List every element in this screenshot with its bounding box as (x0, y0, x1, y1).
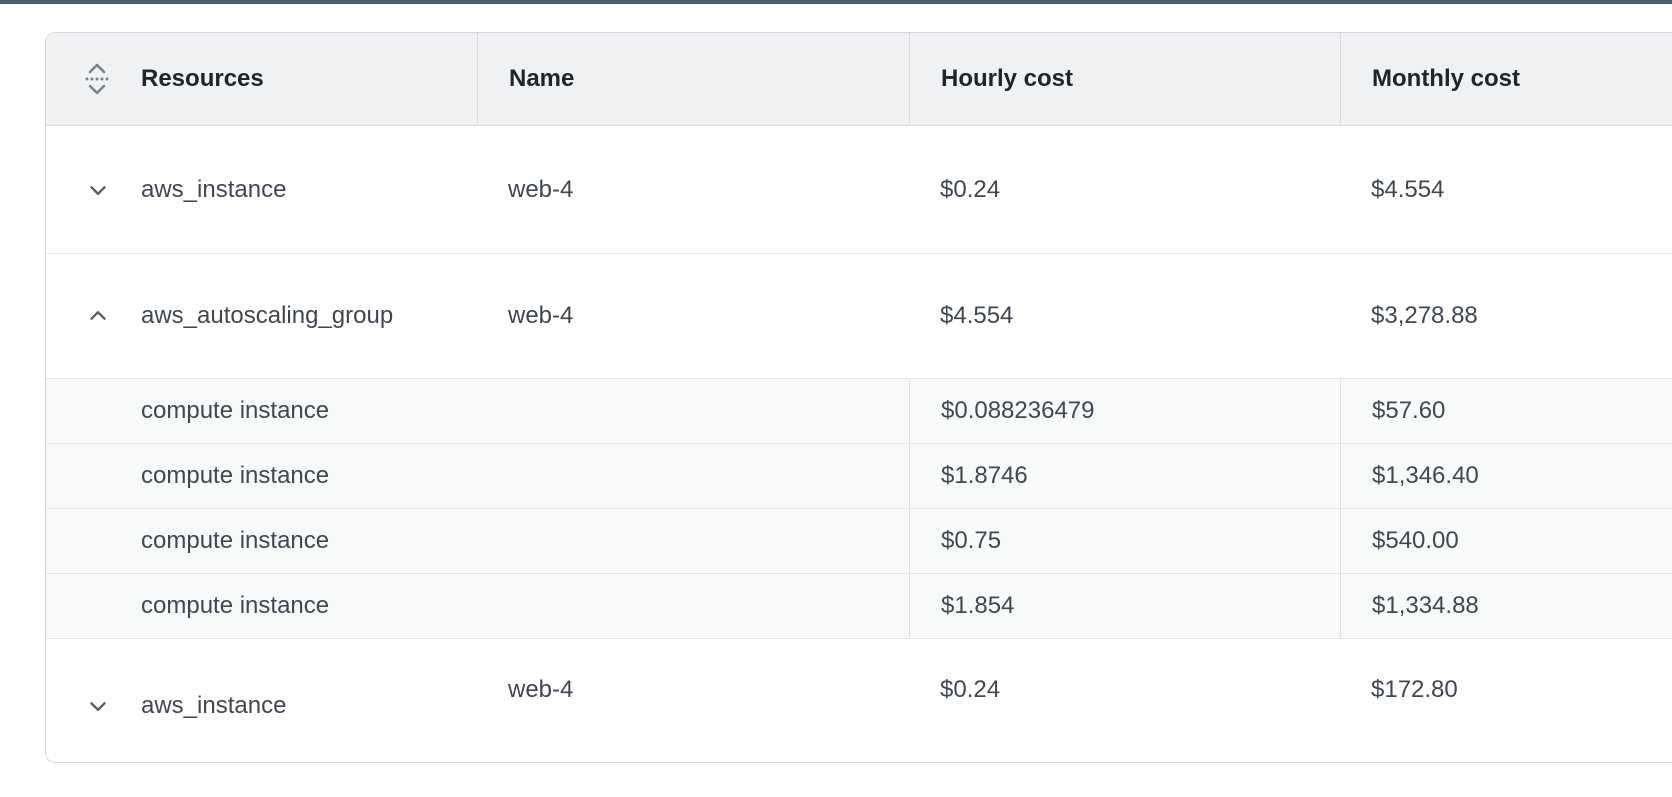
sub-resource-label: compute instance (46, 509, 909, 573)
expand-row-button[interactable] (83, 175, 113, 205)
reorder-handle-icon[interactable] (83, 59, 111, 99)
name-cell: web-4 (477, 126, 909, 253)
table-row-aws-instance[interactable]: aws_instance web-4 $0.24 $4.554 (46, 126, 1672, 253)
sub-resource-label: compute instance (46, 444, 909, 508)
header-label-hourly-cost: Hourly cost (941, 65, 1073, 93)
monthly-cost-cell: $4.554 (1340, 126, 1672, 253)
sub-resource-label: compute instance (46, 379, 909, 443)
monthly-cost-cell: $57.60 (1340, 379, 1672, 443)
resource-type-label: aws_autoscaling_group (141, 302, 393, 330)
resource-type-label: aws_instance (141, 176, 286, 204)
column-header-name[interactable]: Name (477, 33, 909, 125)
hourly-cost-cell: $0.75 (909, 509, 1340, 573)
top-accent-bar (0, 0, 1672, 4)
resource-type-label: aws_instance (141, 692, 286, 720)
resource-cell: aws_autoscaling_group (46, 254, 477, 378)
monthly-cost-cell: $540.00 (1340, 509, 1672, 573)
name-cell: web-4 (477, 254, 909, 378)
expand-row-button[interactable] (83, 691, 113, 721)
hourly-cost-cell: $4.554 (909, 254, 1340, 378)
resource-cell: aws_instance (46, 639, 477, 763)
column-header-resources[interactable]: Resources (46, 33, 477, 125)
hourly-cost-cell: $0.24 (909, 639, 1340, 763)
column-header-monthly-cost[interactable]: Monthly cost (1340, 33, 1672, 125)
table-header-row: Resources Name Hourly cost Monthly cost (46, 33, 1672, 126)
chevron-up-icon (85, 303, 111, 329)
hourly-cost-cell: $0.24 (909, 126, 1340, 253)
sub-row-compute-instance: compute instance $1.8746 $1,346.40 (46, 443, 1672, 508)
name-cell: web-4 (477, 639, 909, 763)
hourly-cost-cell: $1.854 (909, 574, 1340, 638)
header-label-resources: Resources (141, 65, 264, 93)
cost-table: Resources Name Hourly cost Monthly cost … (45, 32, 1672, 763)
table-row-aws-autoscaling-group[interactable]: aws_autoscaling_group web-4 $4.554 $3,27… (46, 253, 1672, 378)
column-header-hourly-cost[interactable]: Hourly cost (909, 33, 1340, 125)
hourly-cost-cell: $1.8746 (909, 444, 1340, 508)
chevron-down-icon (85, 693, 111, 719)
sub-resource-label: compute instance (46, 574, 909, 638)
resource-cell: aws_instance (46, 126, 477, 253)
monthly-cost-cell: $1,346.40 (1340, 444, 1672, 508)
chevron-down-icon (85, 177, 111, 203)
monthly-cost-cell: $1,334.88 (1340, 574, 1672, 638)
monthly-cost-cell: $172.80 (1340, 639, 1672, 763)
collapse-row-button[interactable] (83, 301, 113, 331)
sub-row-compute-instance: compute instance $1.854 $1,334.88 (46, 573, 1672, 638)
hourly-cost-cell: $0.088236479 (909, 379, 1340, 443)
table-row-aws-instance[interactable]: aws_instance web-4 $0.24 $172.80 (46, 638, 1672, 763)
header-label-name: Name (509, 65, 574, 93)
sub-row-compute-instance: compute instance $0.088236479 $57.60 (46, 378, 1672, 443)
monthly-cost-cell: $3,278.88 (1340, 254, 1672, 378)
header-label-monthly-cost: Monthly cost (1372, 65, 1520, 93)
sub-row-compute-instance: compute instance $0.75 $540.00 (46, 508, 1672, 573)
